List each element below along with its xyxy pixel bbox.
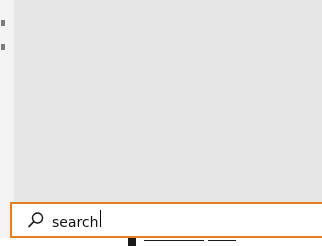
background-text-fragment [1, 20, 5, 26]
search-query-text: search [52, 214, 99, 231]
text-cursor [99, 209, 101, 227]
cut-off-taskbar-content [122, 238, 272, 246]
search-results-panel [14, 0, 322, 204]
cut-off-glyph [144, 240, 204, 241]
search-input[interactable]: search [52, 209, 101, 231]
taskbar-peek [0, 238, 322, 246]
background-text-fragment [1, 44, 5, 50]
cut-off-glyph [208, 240, 236, 241]
cut-off-glyph [128, 238, 136, 246]
search-box[interactable]: search [10, 202, 322, 238]
search-icon [26, 210, 46, 230]
